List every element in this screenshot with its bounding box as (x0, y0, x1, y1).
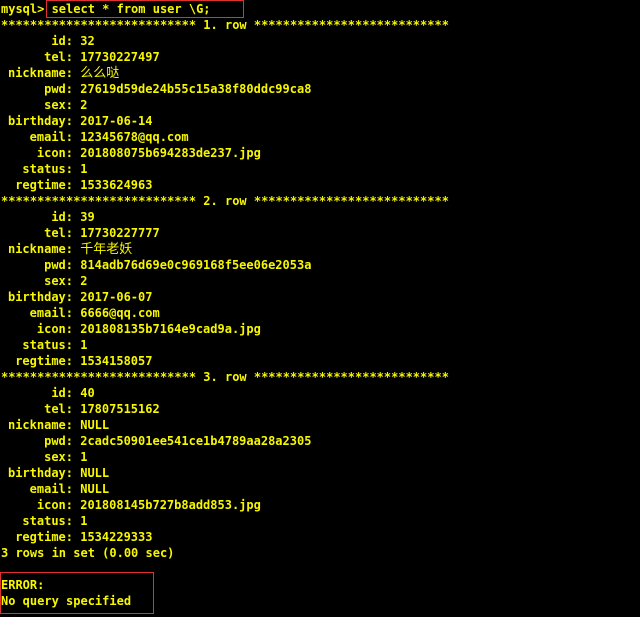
field-value: 2017-06-07 (80, 290, 153, 304)
field-label: sex: (44, 450, 73, 464)
field-row: id: 40 (1, 385, 95, 401)
field-value: 2017-06-14 (80, 114, 153, 128)
terminal-window[interactable]: mysql> select * from user \G; **********… (0, 0, 640, 617)
row-separator: *************************** 2. row *****… (1, 194, 449, 208)
field-row: birthday: NULL (1, 465, 109, 481)
field-row: sex: 1 (1, 449, 87, 465)
mysql-prompt: mysql> (1, 2, 45, 16)
field-row: tel: 17730227777 (1, 225, 160, 241)
field-value: 17730227777 (80, 226, 160, 240)
field-label: regtime: (15, 178, 73, 192)
field-value: 1534158057 (80, 354, 153, 368)
field-value: 17730227497 (80, 50, 160, 64)
field-value: 1 (80, 162, 88, 176)
field-value: 201808075b694283de237.jpg (80, 146, 261, 160)
field-value: 千年老妖 (80, 242, 133, 257)
error-highlight-box (0, 572, 154, 614)
field-row: birthday: 2017-06-14 (1, 113, 153, 129)
field-label: tel: (44, 402, 73, 416)
field-label: nickname: (7, 66, 73, 80)
field-row: tel: 17730227497 (1, 49, 160, 65)
field-row: pwd: 27619d59de24b55c15a38f80ddc99ca8 (1, 81, 311, 97)
field-value: NULL (80, 418, 110, 432)
field-label: icon: (36, 146, 73, 160)
field-value: 1 (80, 514, 88, 528)
field-value: NULL (80, 482, 110, 496)
field-label: id: (51, 34, 73, 48)
field-value: 2 (80, 274, 88, 288)
field-value: 39 (80, 210, 95, 224)
field-value: 1 (80, 338, 88, 352)
field-value: 814adb76d69e0c969168f5ee06e2053a (80, 258, 312, 272)
field-label: id: (51, 386, 73, 400)
field-value: 1534229333 (80, 530, 153, 544)
field-row: birthday: 2017-06-07 (1, 289, 153, 305)
field-label: birthday: (7, 290, 73, 304)
field-value: 2 (80, 98, 88, 112)
field-row: nickname: 么么哒 (1, 65, 119, 81)
field-value: 40 (80, 386, 95, 400)
field-row: pwd: 2cadc50901ee541ce1b4789aa28a2305 (1, 433, 311, 449)
field-value: 1533624963 (80, 178, 153, 192)
result-summary: 3 rows in set (0.00 sec) (1, 546, 175, 560)
field-label: email: (29, 482, 73, 496)
field-label: nickname: (7, 242, 73, 256)
field-label: status: (22, 162, 73, 176)
field-row: id: 32 (1, 33, 95, 49)
field-label: status: (22, 338, 73, 352)
field-value: 32 (80, 34, 95, 48)
field-row: status: 1 (1, 513, 87, 529)
field-label: email: (29, 130, 73, 144)
field-value: 6666@qq.com (80, 306, 160, 320)
field-row: pwd: 814adb76d69e0c969168f5ee06e2053a (1, 257, 311, 273)
field-label: birthday: (7, 466, 73, 480)
field-label: icon: (36, 322, 73, 336)
field-row: regtime: 1534229333 (1, 529, 152, 545)
command-highlight-box (46, 0, 244, 18)
field-label: regtime: (15, 354, 73, 368)
field-row: nickname: NULL (1, 417, 109, 433)
field-row: id: 39 (1, 209, 95, 225)
field-label: sex: (44, 274, 73, 288)
field-label: tel: (44, 226, 73, 240)
field-label: id: (51, 210, 73, 224)
field-row: email: 6666@qq.com (1, 305, 160, 321)
field-label: icon: (36, 498, 73, 512)
field-value: 27619d59de24b55c15a38f80ddc99ca8 (80, 82, 312, 96)
field-label: regtime: (15, 530, 73, 544)
field-value: 么么哒 (80, 66, 120, 81)
field-row: status: 1 (1, 337, 87, 353)
field-value: 201808135b7164e9cad9a.jpg (80, 322, 261, 336)
field-value: 2cadc50901ee541ce1b4789aa28a2305 (80, 434, 312, 448)
field-value: NULL (80, 466, 110, 480)
field-label: pwd: (44, 434, 73, 448)
field-row: icon: 201808075b694283de237.jpg (1, 145, 261, 161)
field-row: regtime: 1533624963 (1, 177, 152, 193)
field-row: icon: 201808135b7164e9cad9a.jpg (1, 321, 261, 337)
field-row: sex: 2 (1, 273, 87, 289)
field-value: 201808145b727b8add853.jpg (80, 498, 261, 512)
field-row: email: 12345678@qq.com (1, 129, 189, 145)
field-row: regtime: 1534158057 (1, 353, 152, 369)
field-label: tel: (44, 50, 73, 64)
field-label: birthday: (7, 114, 73, 128)
field-label: pwd: (44, 82, 73, 96)
field-value: 1 (80, 450, 88, 464)
row-separator: *************************** 3. row *****… (1, 370, 449, 384)
field-row: nickname: 千年老妖 (1, 241, 132, 257)
field-row: icon: 201808145b727b8add853.jpg (1, 497, 261, 513)
field-label: nickname: (7, 418, 73, 432)
field-row: status: 1 (1, 161, 87, 177)
field-value: 17807515162 (80, 402, 160, 416)
field-value: 12345678@qq.com (80, 130, 189, 144)
field-label: status: (22, 514, 73, 528)
field-label: email: (29, 306, 73, 320)
field-row: email: NULL (1, 481, 110, 497)
field-row: sex: 2 (1, 97, 87, 113)
field-label: sex: (44, 98, 73, 112)
field-row: tel: 17807515162 (1, 401, 160, 417)
field-label: pwd: (44, 258, 73, 272)
row-separator: *************************** 1. row *****… (1, 18, 449, 32)
